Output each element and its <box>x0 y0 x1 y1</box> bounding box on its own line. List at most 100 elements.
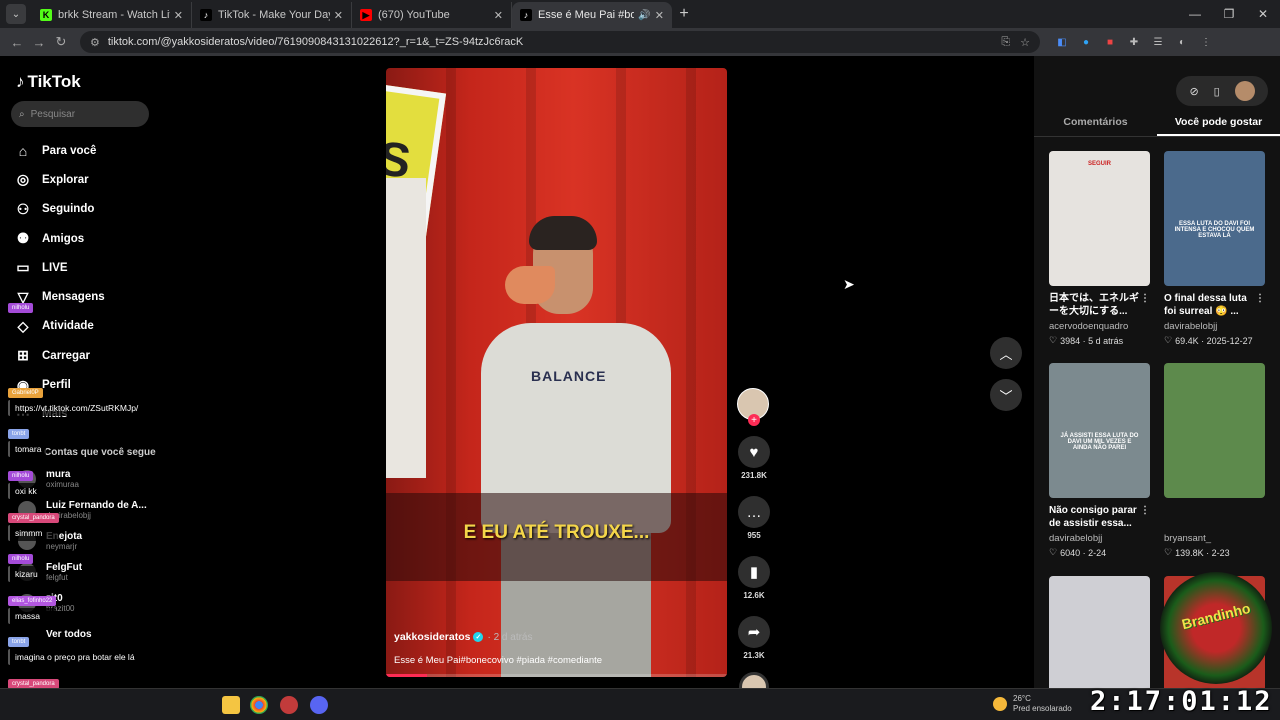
recommended-video-card[interactable]: JÁ ASSISTI ESSA LUTA DO DAVI UM MIL VEZE… <box>1049 363 1150 558</box>
video-thumbnail[interactable] <box>1164 363 1265 498</box>
site-info-icon[interactable]: ⚙ <box>90 36 100 49</box>
device-icon[interactable]: ▯ <box>1214 85 1220 98</box>
chrome-icon[interactable] <box>250 696 268 714</box>
card-title[interactable]: 日本では、エネルギーを大切にする... ⋮ <box>1049 292 1150 318</box>
maximize-button[interactable]: ❐ <box>1212 0 1246 28</box>
profile-avatar-icon[interactable]: ◐ <box>1170 31 1194 53</box>
close-tab-icon[interactable]: ✕ <box>655 9 664 22</box>
chat-username: nilholu <box>8 471 34 481</box>
sidebar-item-following[interactable]: ⚇ Seguindo <box>14 195 105 224</box>
video-progress[interactable] <box>386 674 727 677</box>
card-meta: ♡ 69.4K · 2025-12-27 <box>1164 335 1253 346</box>
minimize-button[interactable]: — <box>1178 0 1212 28</box>
url-text: tiktok.com/@yakkosideratos/video/7619090… <box>107 36 524 48</box>
browser-tab[interactable]: ♪ Esse é Meu Pai #bonecovivo🔊 ✕ <box>512 2 672 28</box>
chat-message: nilholu <box>8 296 34 315</box>
chat-message: Gabriel0P https://vt.tiktok.com/ZSutRKMJp… <box>8 381 144 416</box>
card-title[interactable]: O final dessa luta foi surreal 😳 ... ⋮ <box>1164 292 1265 318</box>
weather-widget[interactable]: 26°C Pred ensolarado <box>993 694 1072 714</box>
weather-temp: 26°C <box>1013 694 1031 703</box>
card-title-text: Não consigo parar de assistir essa... <box>1049 505 1137 529</box>
search-input[interactable]: ⌕ Pesquisar <box>11 101 149 127</box>
close-window-button[interactable]: ✕ <box>1246 0 1280 28</box>
kebab-menu-icon[interactable]: ⋮ <box>1194 31 1218 53</box>
extension-icon[interactable]: ● <box>1074 31 1098 53</box>
browser-tab[interactable]: ▶ (670) YouTube ✕ <box>352 2 512 28</box>
puzzle-icon[interactable]: ✚ <box>1122 31 1146 53</box>
discord-icon[interactable] <box>310 696 328 714</box>
badge-text: Brandinho <box>1180 599 1252 633</box>
back-button[interactable]: ← <box>6 31 28 53</box>
like-button[interactable]: ♥ <box>738 436 770 468</box>
screen: ⌄ Kbrkk Stream - Watch Live o ✕ ♪ TikTok - … <box>0 0 1280 720</box>
more-options-icon[interactable]: ⋮ <box>1140 504 1150 517</box>
chat-message: nilholu oxi kk <box>8 464 42 499</box>
close-tab-icon[interactable]: ✕ <box>174 9 183 22</box>
bookmark-button[interactable]: ▮ <box>738 556 770 588</box>
extension-icon[interactable]: ◧ <box>1050 31 1074 53</box>
video-thumbnail[interactable]: JÁ ASSISTI ESSA LUTA DO DAVI UM MIL VEZE… <box>1049 363 1150 498</box>
compass-icon[interactable]: ⊘ <box>1189 85 1198 98</box>
card-username[interactable]: davirabelobjj <box>1164 321 1265 332</box>
tab-list: Kbrkk Stream - Watch Live o ✕ ♪ TikTok - Ma… <box>32 2 672 28</box>
share-button[interactable]: ➦ <box>738 616 770 648</box>
heart-icon: ♡ <box>1164 547 1173 557</box>
card-title[interactable]: Não consigo parar de assistir essa... ⋮ <box>1049 504 1150 530</box>
extension-icon[interactable]: ■ <box>1098 31 1122 53</box>
address-bar[interactable]: ⚙ tiktok.com/@yakkosideratos/video/76190… <box>80 31 1040 53</box>
chat-username: nilholu <box>8 554 34 564</box>
tab-title: TikTok - Make Your Day <box>218 9 330 21</box>
sidebar-item-home[interactable]: ⌂ Para você <box>14 136 105 165</box>
account-handle: neymarjr <box>46 542 78 551</box>
sidebar-item-upload[interactable]: ⊞ Carregar <box>14 341 105 370</box>
file-explorer-icon[interactable] <box>222 696 240 714</box>
forward-button[interactable]: → <box>28 31 50 53</box>
browser-tab[interactable]: Kbrkk Stream - Watch Live o ✕ <box>32 2 192 28</box>
sidebar-item-activity[interactable]: ◇ Atividade <box>14 312 105 341</box>
recommended-video-card[interactable]: SEGUIR 日本では、エネルギーを大切にする... ⋮ acervodoenquad… <box>1049 151 1150 346</box>
sidebar-item-compass[interactable]: ◎ Explorar <box>14 165 105 194</box>
sidebar-item-friends[interactable]: ⚉ Amigos <box>14 224 105 253</box>
tiktok-logo[interactable]: ♪ TikTok <box>16 72 81 92</box>
panel-tab[interactable]: Comentários <box>1034 114 1157 136</box>
tab-search-button[interactable]: ⌄ <box>6 4 26 24</box>
card-username[interactable]: bryansant_ <box>1164 533 1265 544</box>
creator-avatar[interactable]: + <box>737 388 769 426</box>
video-thumbnail[interactable]: SEGUIR <box>1049 151 1150 286</box>
bookmark-star-icon[interactable]: ☆ <box>1020 36 1030 49</box>
more-options-icon[interactable]: ⋮ <box>1140 292 1150 305</box>
recommended-video-card[interactable]: bryansant_ ♡ 139.8K · 2-23 <box>1164 363 1265 558</box>
card-username[interactable]: davirabelobjj <box>1049 533 1150 544</box>
reading-list-icon[interactable]: ☰ <box>1146 31 1170 53</box>
video-thumbnail[interactable]: ESSA LUTA DO DAVI FOI INTENSA E CHOCOU Q… <box>1164 151 1265 286</box>
author-name[interactable]: yakkosideratos <box>394 631 470 643</box>
sidebar-item-live[interactable]: ▭ LIVE <box>14 253 105 282</box>
heart-icon: ♡ <box>1164 335 1173 345</box>
chat-text: oxi kk <box>8 483 42 499</box>
speaker-icon[interactable]: 🔊 <box>638 10 650 21</box>
close-tab-icon[interactable]: ✕ <box>494 9 503 22</box>
bookmark-count: 12.6K <box>743 591 765 600</box>
reload-button[interactable]: ↻ <box>50 31 72 53</box>
heart-icon: ♡ <box>1049 335 1058 345</box>
browser-tab[interactable]: ♪ TikTok - Make Your Day ✕ <box>192 2 352 28</box>
video-author[interactable]: yakkosideratos ✓ · 2 d atrás <box>394 631 533 643</box>
card-title[interactable] <box>1164 504 1265 530</box>
app-icon[interactable] <box>280 696 298 714</box>
friends-icon: ⚉ <box>16 230 30 247</box>
next-video-button[interactable]: ﹀ <box>990 379 1022 411</box>
video-player[interactable]: S BALANCE E EU ATÉ TROUXE... yakkosidera… <box>386 68 727 677</box>
more-options-icon[interactable]: ⋮ <box>1255 292 1265 305</box>
install-icon[interactable]: ⎘ <box>1001 36 1010 49</box>
new-tab-button[interactable]: + <box>672 2 696 26</box>
home-icon: ⌂ <box>18 142 28 159</box>
panel-tab[interactable]: Você pode gostar <box>1157 114 1280 136</box>
follow-plus-icon[interactable]: + <box>748 414 760 426</box>
compass-icon: ◎ <box>16 171 30 188</box>
close-tab-icon[interactable]: ✕ <box>334 9 343 22</box>
comment-button[interactable]: … <box>738 496 770 528</box>
user-avatar[interactable] <box>1234 81 1255 101</box>
card-username[interactable]: acervodoenquadro <box>1049 321 1150 332</box>
previous-video-button[interactable]: ︿ <box>990 337 1022 369</box>
recommended-video-card[interactable]: ESSA LUTA DO DAVI FOI INTENSA E CHOCOU Q… <box>1164 151 1265 346</box>
